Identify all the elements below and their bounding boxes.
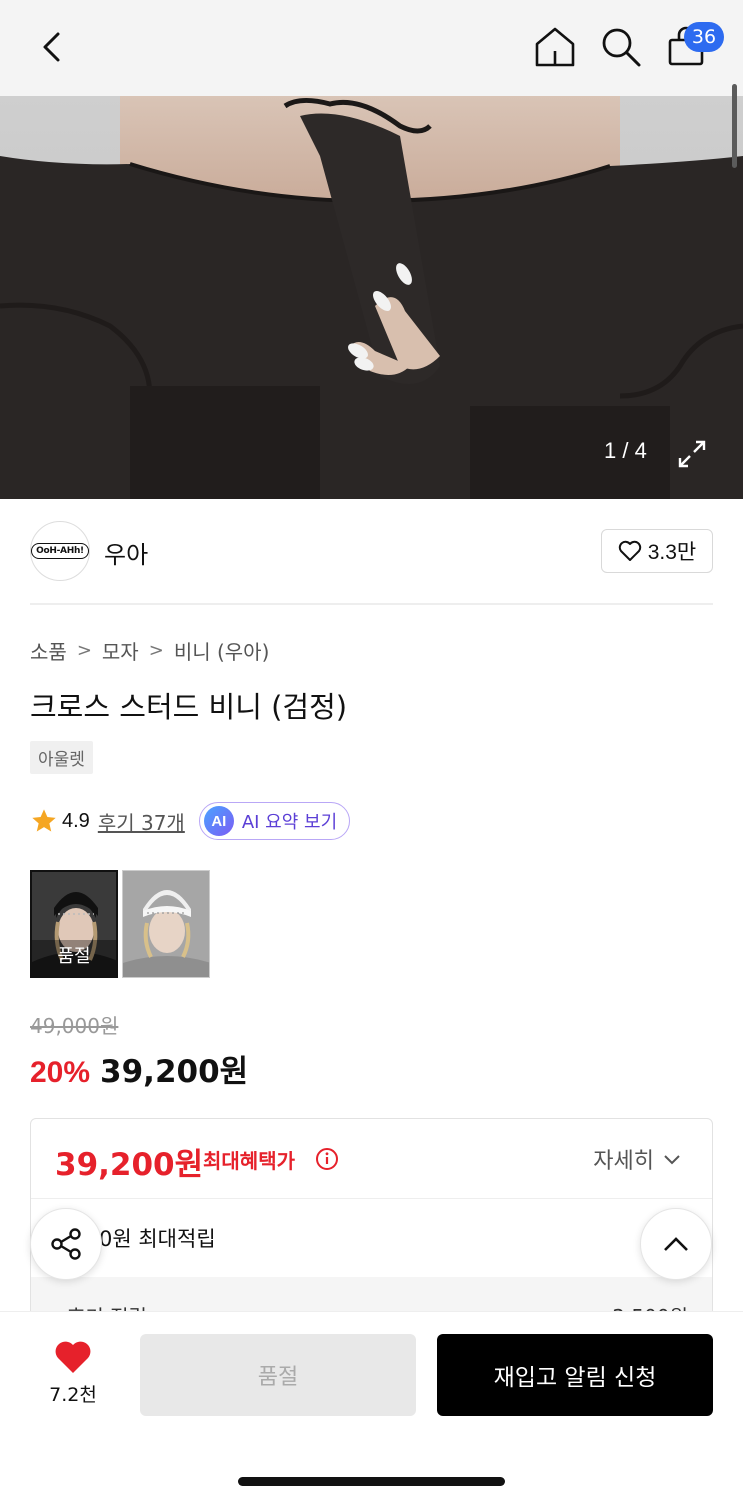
ai-summary-button[interactable]: AI AI 요약 보기 [198,802,351,840]
outlet-tag: 아울렛 [30,741,93,774]
chevron-up-icon [664,1237,688,1251]
breadcrumb-item[interactable]: 모자 [102,636,139,665]
scroll-top-button[interactable] [640,1208,712,1280]
soldout-label: 품절 [57,946,91,967]
brand-like-button[interactable]: 3.3만 [601,529,713,573]
home-indicator [238,1477,505,1486]
brand-row: OoH-AHh! 우아 3.3만 [30,521,713,581]
breadcrumb: 소품 > 모자 > 비니 (우아) [30,636,269,665]
wishlist-count: 7.2천 [49,1384,97,1406]
sale-price: 39,200원 [100,1054,249,1090]
soldout-button: 품절 [140,1334,416,1416]
home-icon[interactable] [532,24,578,70]
chevron-right-icon: > [148,640,164,661]
brand-name[interactable]: 우아 [104,535,148,570]
rating-row: 4.9 후기 37개 AI AI 요약 보기 [30,802,351,840]
max-benefit-panel: 39,200원 최대혜택가 자세히 0원 최대적립 후기 적립 2,500원 [30,1118,713,1318]
expand-icon[interactable] [676,438,708,470]
heart-filled-icon [55,1341,91,1373]
max-points: 0원 최대적립 [99,1227,216,1251]
brand-logo[interactable]: OoH-AHh! [30,521,90,581]
original-price: 49,000원 [30,1014,119,1038]
chevron-down-icon [664,1155,680,1165]
color-option-white[interactable] [122,870,210,978]
chevron-right-icon: > [76,640,92,661]
breadcrumb-item[interactable]: 비니 (우아) [174,636,270,665]
color-option-black[interactable]: 품절 [30,870,118,978]
top-nav-bar: 36 [0,0,743,96]
wishlist-button[interactable]: 7.2천 [40,1340,106,1407]
back-icon[interactable] [32,26,74,68]
scroll-indicator [732,84,737,168]
star-icon [32,809,56,832]
divider [30,603,713,605]
heart-outline-icon [618,540,641,561]
product-title: 크로스 스터드 비니 (검정) [30,690,348,724]
share-icon [51,1228,81,1260]
brand-like-count: 3.3만 [647,541,697,564]
discount-rate: 20% [30,1056,91,1089]
restock-alert-button[interactable]: 재입고 알림 신청 [437,1334,713,1416]
max-benefit-price: 39,200원 [55,1147,204,1183]
breadcrumb-item[interactable]: 소품 [30,636,67,665]
bottom-action-bar: 7.2천 품절 재입고 알림 신청 [0,1311,743,1500]
sale-price-row: 20% 39,200원 [30,1046,248,1091]
ai-icon: AI [203,806,234,836]
search-icon[interactable] [598,24,644,70]
ai-summary-label: AI 요약 보기 [241,812,338,833]
rating-score: 4.9 [62,809,90,832]
max-benefit-label: 최대혜택가 [203,1149,295,1173]
detail-toggle[interactable]: 자세히 [593,1143,682,1175]
share-button[interactable] [30,1208,102,1280]
review-link[interactable]: 후기 37개 [98,807,185,836]
image-counter: 1 / 4 [604,438,647,463]
info-icon[interactable] [315,1147,339,1171]
benefit-header[interactable]: 39,200원 최대혜택가 자세히 [31,1119,712,1199]
cart-count-badge: 36 [684,22,724,52]
